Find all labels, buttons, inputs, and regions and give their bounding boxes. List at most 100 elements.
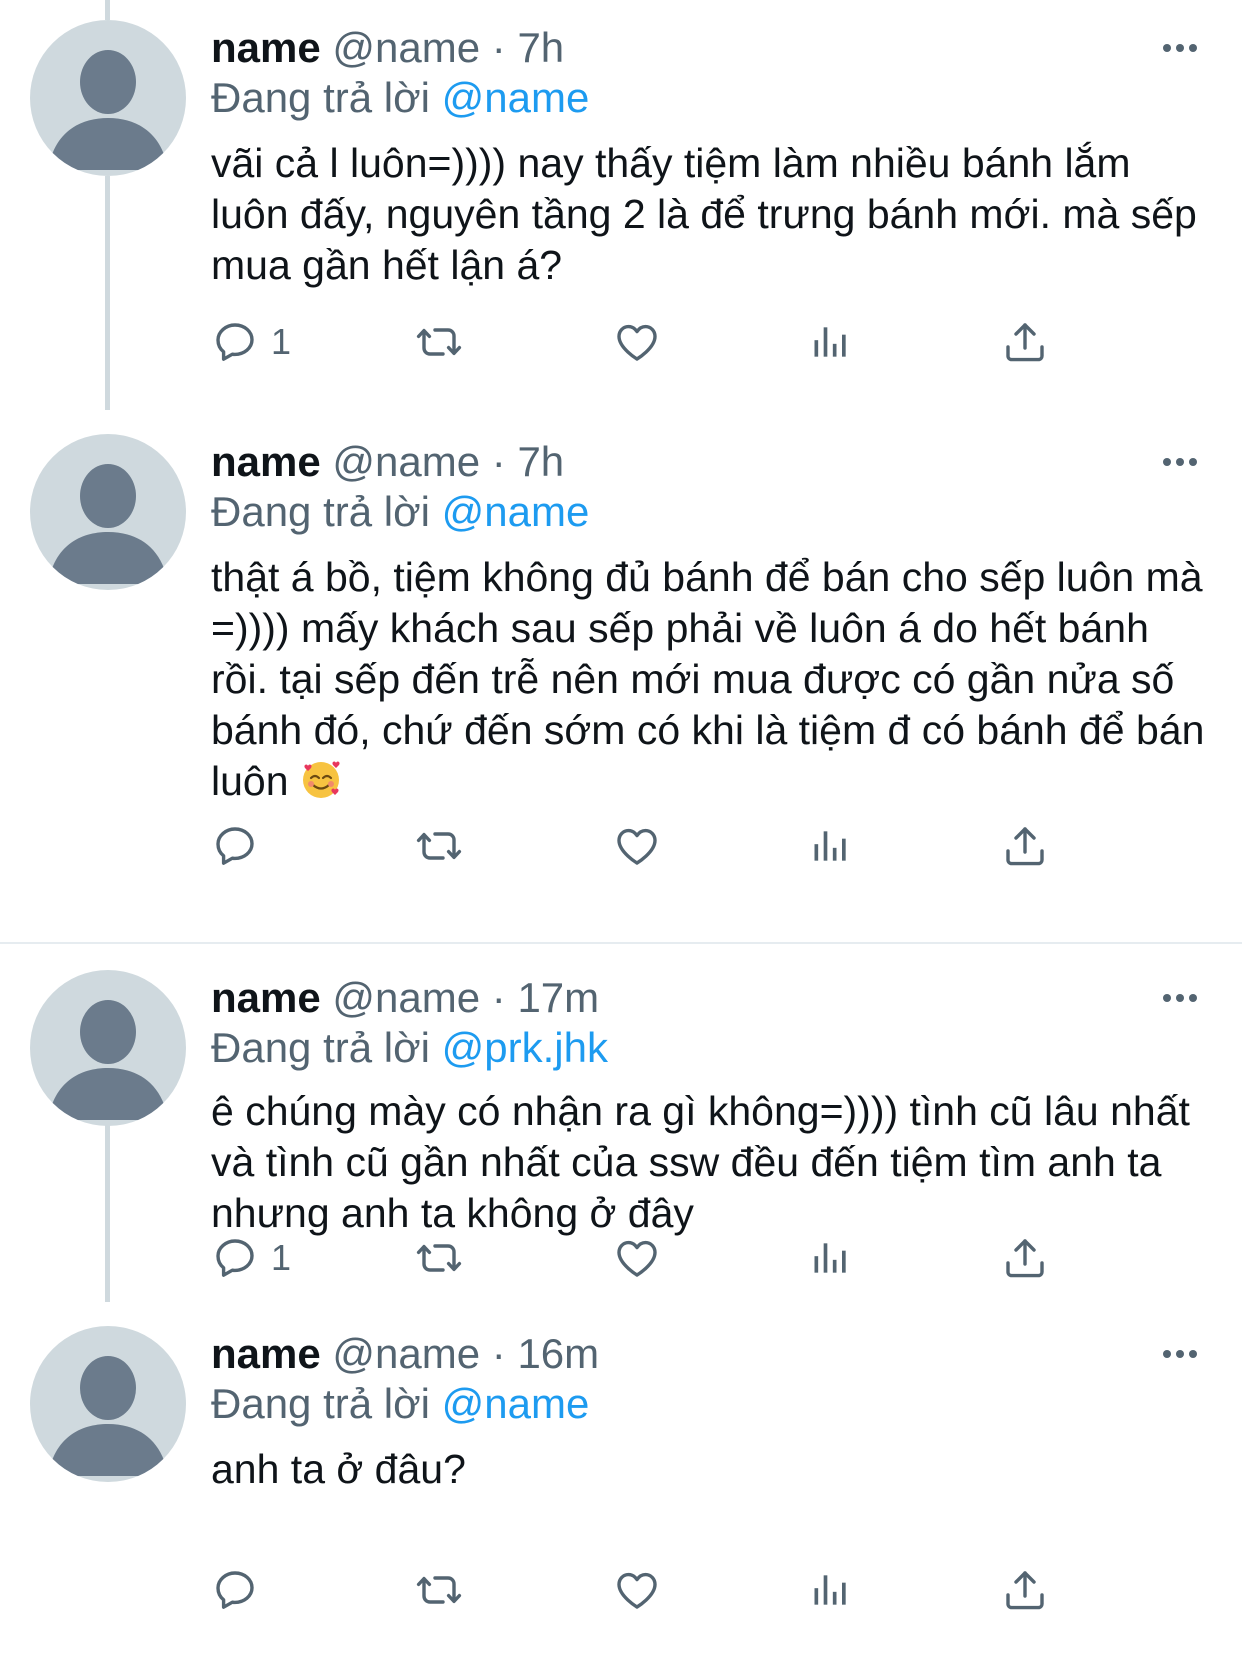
default-avatar-icon <box>30 20 186 176</box>
views-icon <box>809 320 853 364</box>
like-button[interactable] <box>613 1228 661 1288</box>
reply-button[interactable] <box>211 816 271 876</box>
timestamp[interactable]: 16m <box>517 1330 599 1377</box>
tweet-text-wrapper: thật á bồ, tiệm không đủ bánh để bán cho… <box>211 552 1211 813</box>
default-avatar-icon <box>30 1326 186 1482</box>
avatar[interactable] <box>30 434 186 590</box>
timestamp[interactable]: 7h <box>517 438 564 485</box>
retweet-button[interactable] <box>415 312 463 372</box>
tweet-thread: name @name · 7h Đang trả lời @name vãi c… <box>0 0 1242 1666</box>
tweet-header: name @name · 17m <box>211 970 599 1026</box>
display-name[interactable]: name <box>211 1330 321 1377</box>
action-bar: 1 <box>211 1228 1111 1288</box>
reply-count: 1 <box>271 321 292 362</box>
action-bar <box>211 1560 1111 1620</box>
more-icon[interactable] <box>1152 978 1208 1018</box>
tweet-header: name @name · 7h <box>211 434 564 490</box>
retweet-button[interactable] <box>415 1228 463 1288</box>
replying-to: Đang trả lời @name <box>211 484 589 540</box>
retweet-button[interactable] <box>415 1560 463 1620</box>
share-button[interactable] <box>1001 1560 1049 1620</box>
reply-icon <box>211 318 259 366</box>
retweet-icon <box>415 1566 463 1614</box>
handle[interactable]: @name <box>332 974 480 1021</box>
replying-to: Đang trả lời @prk.jhk <box>211 1020 608 1076</box>
reply-button[interactable]: 1 <box>211 1228 291 1288</box>
share-button[interactable] <box>1001 312 1049 372</box>
retweet-icon <box>415 1234 463 1282</box>
more-icon[interactable] <box>1152 442 1208 482</box>
display-name[interactable]: name <box>211 974 321 1021</box>
views-button[interactable] <box>809 312 853 372</box>
replying-to-label: Đang trả lời <box>211 1024 430 1071</box>
share-button[interactable] <box>1001 1228 1049 1288</box>
handle[interactable]: @name <box>332 438 480 485</box>
tweet[interactable]: name @name · 16m Đang trả lời @name anh … <box>0 1302 1242 1666</box>
separator-dot: · <box>491 438 506 485</box>
reply-icon <box>211 822 259 870</box>
views-icon <box>809 824 853 868</box>
views-icon <box>809 1568 853 1612</box>
tweet-text: anh ta ở đâu? <box>211 1446 466 1492</box>
display-name[interactable]: name <box>211 438 321 485</box>
replying-to-label: Đang trả lời <box>211 1380 430 1427</box>
share-icon <box>1001 1234 1049 1282</box>
timestamp[interactable]: 7h <box>517 24 564 71</box>
tweet[interactable]: name @name · 7h Đang trả lời @name thật … <box>0 410 1242 942</box>
separator-dot: · <box>491 24 506 71</box>
tweet-header: name @name · 16m <box>211 1326 599 1382</box>
more-icon[interactable] <box>1152 1334 1208 1374</box>
reply-button[interactable]: 1 <box>211 312 291 372</box>
tweet[interactable]: name @name · 7h Đang trả lời @name vãi c… <box>0 0 1242 410</box>
separator-dot: · <box>491 974 506 1021</box>
timestamp[interactable]: 17m <box>517 974 599 1021</box>
default-avatar-icon <box>30 970 186 1126</box>
handle[interactable]: @name <box>332 1330 480 1377</box>
default-avatar-icon <box>30 434 186 590</box>
retweet-button[interactable] <box>415 816 463 876</box>
replying-to: Đang trả lời @name <box>211 1376 589 1432</box>
reply-icon <box>211 1234 259 1282</box>
views-button[interactable] <box>809 816 853 876</box>
like-icon <box>613 318 661 366</box>
share-icon <box>1001 318 1049 366</box>
tweet[interactable]: name @name · 17m Đang trả lời @prk.jhk ê… <box>0 944 1242 1302</box>
separator-dot: · <box>491 1330 506 1377</box>
reply-button[interactable] <box>211 1560 271 1620</box>
share-button[interactable] <box>1001 816 1049 876</box>
replying-to-label: Đang trả lời <box>211 488 430 535</box>
reply-icon <box>211 1566 259 1614</box>
reply-count: 1 <box>271 1237 292 1278</box>
views-icon <box>809 1236 853 1280</box>
tweet-header: name @name · 7h <box>211 20 564 76</box>
replying-to-handle[interactable]: @name <box>442 488 590 535</box>
share-icon <box>1001 1566 1049 1614</box>
replying-to-label: Đang trả lời <box>211 74 430 121</box>
like-button[interactable] <box>613 1560 661 1620</box>
avatar[interactable] <box>30 1326 186 1482</box>
action-bar: 1 <box>211 312 1111 372</box>
tweet-text: vãi cả l luôn=)))) nay thấy tiệm làm nhi… <box>211 140 1197 288</box>
views-button[interactable] <box>809 1560 853 1620</box>
smiling-face-with-hearts-icon <box>300 759 342 813</box>
replying-to-handle[interactable]: @name <box>442 74 590 121</box>
avatar[interactable] <box>30 970 186 1126</box>
action-bar <box>211 816 1111 876</box>
like-icon <box>613 822 661 870</box>
display-name[interactable]: name <box>211 24 321 71</box>
tweet-text: ê chúng mày có nhận ra gì không=)))) tìn… <box>211 1088 1190 1236</box>
more-icon[interactable] <box>1152 28 1208 68</box>
replying-to-handle[interactable]: @prk.jhk <box>442 1024 608 1071</box>
avatar[interactable] <box>30 20 186 176</box>
tweet-text: thật á bồ, tiệm không đủ bánh để bán cho… <box>211 554 1205 804</box>
like-button[interactable] <box>613 816 661 876</box>
like-icon <box>613 1566 661 1614</box>
replying-to-handle[interactable]: @name <box>442 1380 590 1427</box>
share-icon <box>1001 822 1049 870</box>
like-icon <box>613 1234 661 1282</box>
views-button[interactable] <box>809 1228 853 1288</box>
retweet-icon <box>415 318 463 366</box>
like-button[interactable] <box>613 312 661 372</box>
replying-to: Đang trả lời @name <box>211 70 589 126</box>
handle[interactable]: @name <box>332 24 480 71</box>
